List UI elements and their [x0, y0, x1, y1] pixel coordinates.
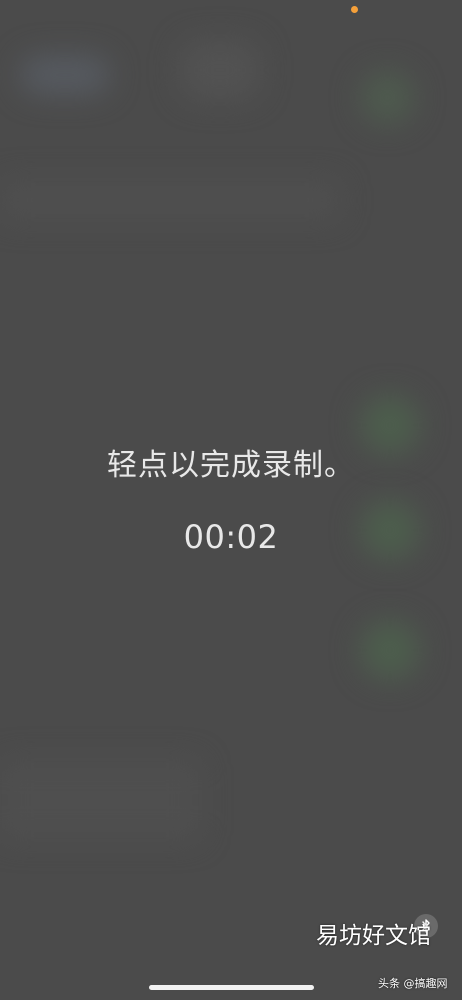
- blurred-background: [0, 760, 200, 840]
- microphone-indicator-icon: [351, 6, 358, 13]
- blurred-background: [180, 40, 260, 100]
- recording-instruction: 轻点以完成录制。: [107, 448, 355, 483]
- blurred-background: [360, 70, 415, 125]
- blurred-background: [20, 55, 110, 95]
- recording-overlay[interactable]: 轻点以完成录制。 00:02 易坊好文馆 头条 @搞趣网: [0, 0, 462, 1000]
- recording-timer: 00:02: [183, 518, 279, 556]
- blurred-background: [0, 180, 340, 220]
- watermark-text: 易坊好文馆: [316, 923, 431, 949]
- blurred-background: [360, 620, 420, 680]
- home-indicator[interactable]: [149, 985, 314, 990]
- watermark-subtext: 头条 @搞趣网: [378, 977, 448, 990]
